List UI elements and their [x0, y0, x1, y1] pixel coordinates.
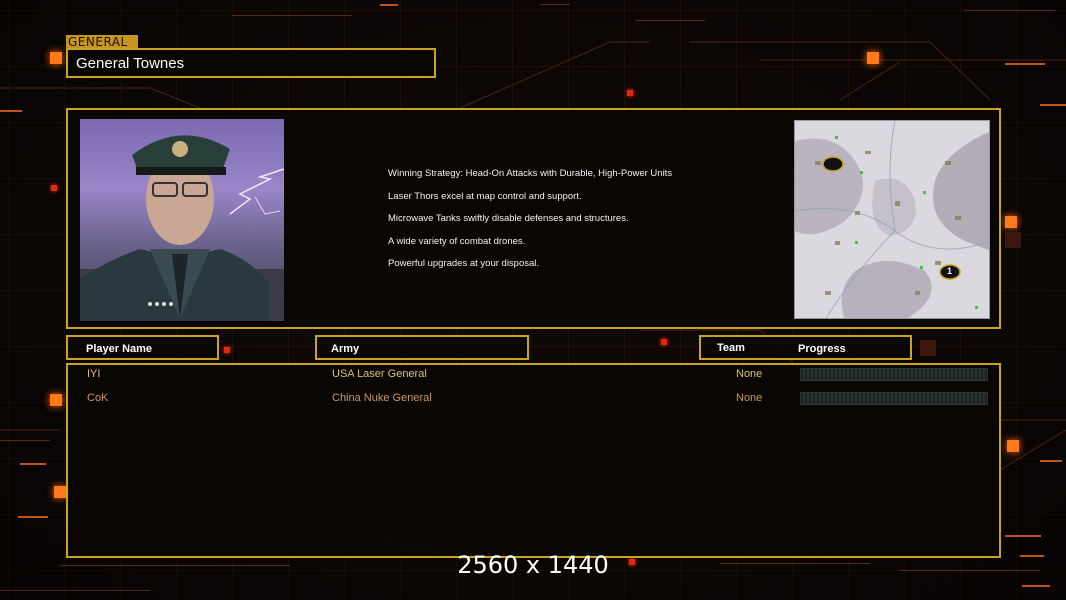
- map-preview[interactable]: 1: [794, 120, 990, 319]
- deco-dash: [540, 4, 570, 5]
- strategy-description: Winning Strategy: Head-On Attacks with D…: [388, 168, 768, 281]
- glow-square: [867, 52, 879, 64]
- resolution-label: 2560 x 1440: [457, 551, 609, 579]
- dim-square: [920, 340, 936, 356]
- general-portrait: [80, 119, 284, 321]
- deco-dash: [1005, 535, 1041, 537]
- red-dot: [51, 185, 57, 191]
- column-header-team: Team: [717, 342, 745, 354]
- deco-dash: [1040, 460, 1062, 462]
- player-row: IYI USA Laser General None: [68, 365, 1003, 385]
- deco-dash: [0, 110, 22, 112]
- strategy-line: Powerful upgrades at your disposal.: [388, 258, 540, 270]
- deco-dash: [20, 463, 46, 465]
- deco-dash: [0, 590, 150, 591]
- deco-dash: [1022, 585, 1050, 587]
- column-header-progress: Progress: [798, 343, 846, 355]
- start-position-label: 1: [947, 266, 953, 276]
- general-name: General Townes: [76, 55, 185, 72]
- deco-dash: [18, 516, 48, 518]
- red-dot: [661, 339, 667, 345]
- player-row: CoK China Nuke General None: [68, 389, 1003, 409]
- glow-square: [54, 486, 66, 498]
- glow-square: [50, 52, 62, 64]
- start-position-marker: [822, 156, 844, 172]
- player-name: CoK: [87, 392, 109, 404]
- deco-dash: [380, 4, 398, 6]
- column-header-team-progress: Team Progress: [699, 335, 912, 360]
- red-dot: [627, 90, 633, 96]
- glow-square: [1007, 440, 1019, 452]
- deco-dash: [965, 10, 1055, 11]
- dim-square: [1005, 232, 1021, 248]
- glow-square: [1005, 216, 1017, 228]
- column-header-player-name: Player Name: [66, 335, 219, 360]
- deco-dash: [0, 440, 50, 441]
- player-army: China Nuke General: [332, 392, 432, 404]
- deco-dash: [1040, 104, 1066, 106]
- section-tag: GENERAL: [66, 35, 138, 49]
- player-team: None: [736, 368, 763, 380]
- progress-bar: [800, 368, 988, 381]
- strategy-line: Microwave Tanks swiftly disable defenses…: [388, 213, 629, 225]
- player-team: None: [736, 392, 763, 404]
- player-army: USA Laser General: [332, 368, 427, 380]
- player-name: IYI: [87, 368, 101, 380]
- deco-dash: [1005, 63, 1045, 65]
- strategy-line: Laser Thors excel at map control and sup…: [388, 190, 582, 202]
- glow-square: [50, 394, 62, 406]
- red-dot: [224, 347, 230, 353]
- player-list: IYI USA Laser General None CoK China Nuk…: [66, 363, 1001, 558]
- column-header-label: Player Name: [86, 343, 153, 355]
- general-title-box: General Townes: [66, 48, 436, 78]
- strategy-line: A wide variety of combat drones.: [388, 235, 526, 247]
- deco-dash: [232, 15, 352, 16]
- strategy-line: Winning Strategy: Head-On Attacks with D…: [388, 168, 673, 179]
- deco-dash: [635, 20, 705, 21]
- progress-bar: [800, 392, 988, 405]
- column-header-label: Army: [331, 343, 360, 355]
- column-header-army: Army: [315, 335, 529, 360]
